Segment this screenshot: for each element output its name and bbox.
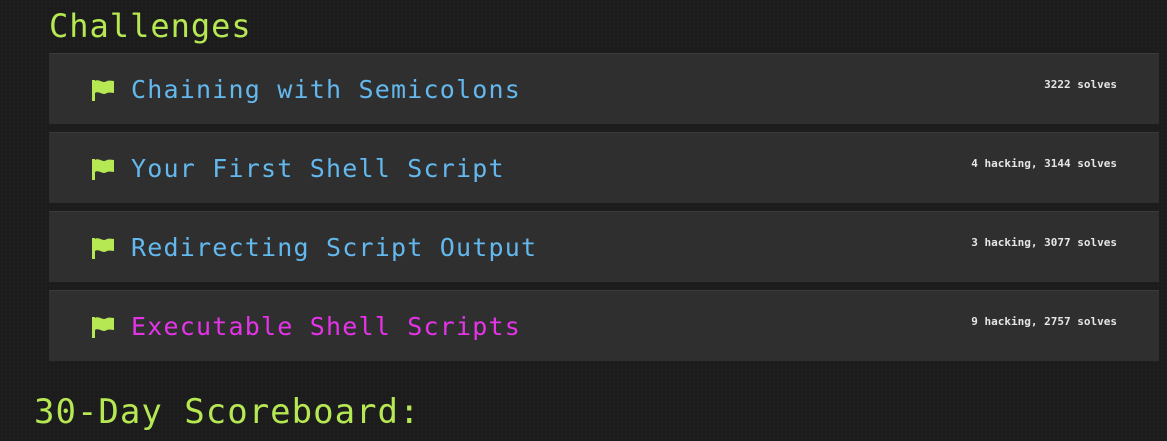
flag-icon [91, 158, 115, 180]
challenge-title[interactable]: Executable Shell Scripts [131, 309, 521, 345]
challenge-item-your-first-shell-script[interactable]: Your First Shell Script 4 hacking, 3144 … [49, 132, 1159, 203]
challenge-title[interactable]: Chaining with Semicolons [131, 72, 521, 108]
challenges-heading: Challenges [49, 7, 252, 45]
challenges-page: Challenges Chaining with Semicolons 3222… [0, 0, 1167, 441]
flag-icon [91, 79, 115, 101]
challenge-title[interactable]: Your First Shell Script [131, 151, 505, 187]
challenge-item-executable-shell-scripts[interactable]: Executable Shell Scripts 9 hacking, 2757… [49, 290, 1159, 361]
challenge-stats: 3222 solves [1044, 78, 1117, 91]
challenge-item-chaining-with-semicolons[interactable]: Chaining with Semicolons 3222 solves [49, 53, 1159, 124]
challenge-stats: 3 hacking, 3077 solves [971, 236, 1117, 249]
challenge-title[interactable]: Redirecting Script Output [131, 230, 537, 266]
scoreboard-heading: 30-Day Scoreboard: [34, 392, 421, 432]
challenge-stats: 4 hacking, 3144 solves [971, 157, 1117, 170]
flag-icon [91, 316, 115, 338]
flag-icon [91, 237, 115, 259]
challenge-item-redirecting-script-output[interactable]: Redirecting Script Output 3 hacking, 307… [49, 211, 1159, 282]
challenge-stats: 9 hacking, 2757 solves [971, 315, 1117, 328]
challenge-list: Chaining with Semicolons 3222 solves You… [49, 53, 1159, 369]
